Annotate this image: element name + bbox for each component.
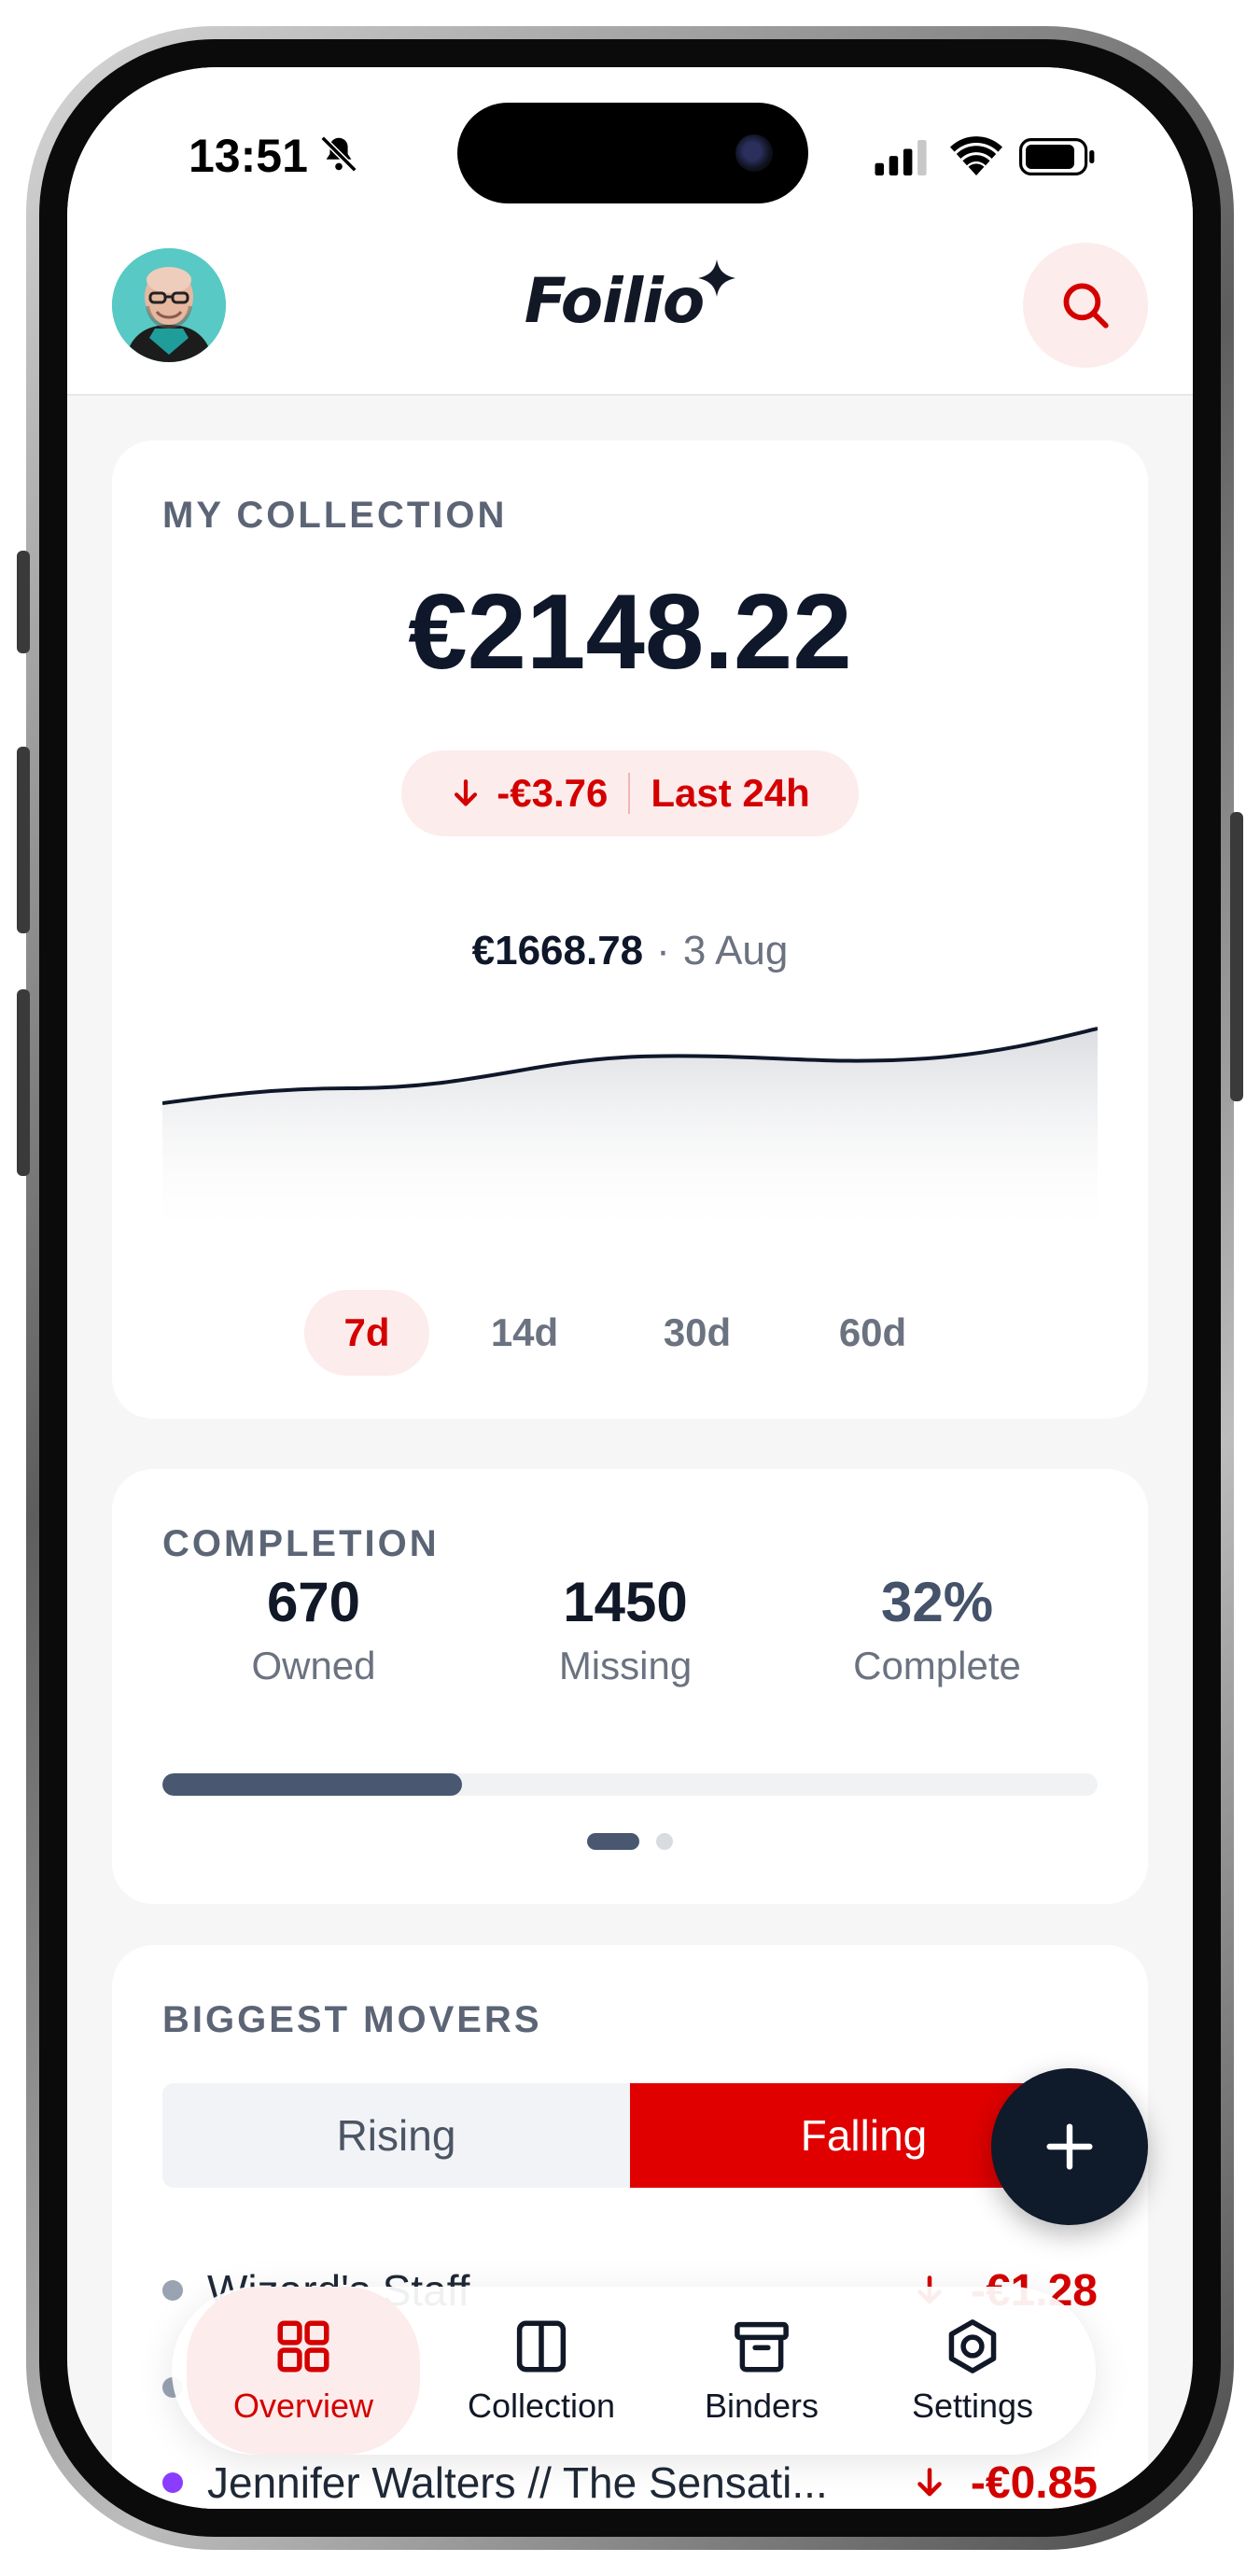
battery-icon (1019, 138, 1095, 175)
range-14d[interactable]: 14d (462, 1290, 587, 1376)
missing-count: 1450 (563, 1571, 688, 1633)
owned-count: 670 (266, 1571, 361, 1633)
bell-muted-icon (320, 135, 357, 173)
add-button[interactable] (991, 2068, 1148, 2225)
range-7d[interactable]: 7d (304, 1290, 429, 1376)
completion-progress-fill (162, 1773, 462, 1796)
range-60d[interactable]: 60d (810, 1290, 935, 1376)
stat-complete: 32% Complete (797, 1570, 1077, 1688)
columns-icon (516, 2320, 567, 2373)
tab-collection[interactable]: Collection (439, 2287, 644, 2455)
plus-icon (1046, 2123, 1093, 2170)
readout-date: 3 Aug (682, 928, 789, 973)
change-separator (628, 773, 631, 814)
tab-binders[interactable]: Binders (659, 2287, 864, 2455)
volume-down-button (17, 989, 30, 1176)
power-button (1230, 812, 1243, 1101)
archive-icon (735, 2321, 789, 2373)
arrow-down-icon (917, 2468, 942, 2497)
cellular-signal-icon (875, 140, 927, 175)
camera-icon (735, 134, 773, 172)
chart-readout: €1668.78 · 3 Aug (112, 928, 1148, 974)
status-time: 13:51 (189, 130, 308, 182)
readout-value: €1668.78 (471, 928, 644, 973)
mover-bullet (162, 2280, 183, 2301)
search-button[interactable] (1023, 243, 1148, 368)
complete-percent: 32% (880, 1571, 994, 1633)
logo-text: Foilio (524, 265, 706, 337)
status-bar: 13:51 (67, 67, 1193, 235)
dynamic-island (457, 103, 808, 203)
page-indicator[interactable] (112, 1833, 1148, 1850)
tab-overview-label: Overview (232, 2387, 374, 2425)
page-dot-active (587, 1833, 639, 1850)
movers-label: BIGGEST MOVERS (162, 1999, 542, 2040)
tab-settings-label: Settings (911, 2387, 1034, 2425)
sparkle-icon (698, 259, 736, 297)
completion-label: COMPLETION (162, 1523, 440, 1564)
grid-icon (277, 2320, 329, 2373)
screen: 13:51 Foilio MY COLLECTION €2148.22 -€3.… (67, 67, 1193, 2509)
change-value: -€3.76 (497, 771, 609, 815)
app-header: Foilio (67, 235, 1193, 396)
mover-change-value: -€0.85 (970, 2457, 1098, 2508)
search-icon (1063, 283, 1109, 329)
stat-owned: 670 Owned (174, 1570, 454, 1688)
mover-name: Jennifer Walters // The Sensati... (207, 2458, 828, 2507)
mover-bullet (162, 2472, 183, 2493)
tab-bar: Overview Collection Binders Settings (172, 2287, 1096, 2455)
collection-label: MY COLLECTION (162, 495, 508, 536)
value-chart[interactable] (162, 1019, 1098, 1243)
collection-total-value: €2148.22 (408, 573, 852, 692)
range-selector: 7d 14d 30d 60d (112, 1290, 1148, 1376)
tab-collection-label: Collection (467, 2387, 616, 2425)
silent-switch (17, 551, 30, 653)
range-30d[interactable]: 30d (635, 1290, 760, 1376)
readout-separator: · (656, 928, 670, 973)
collection-card: MY COLLECTION €2148.22 -€3.76 Last 24h €… (112, 441, 1148, 1419)
change-badge: -€3.76 Last 24h (401, 750, 859, 836)
complete-label: Complete (853, 1644, 1021, 1687)
wifi-icon (950, 136, 1002, 175)
volume-up-button (17, 747, 30, 933)
stat-missing: 1450 Missing (485, 1570, 765, 1688)
owned-label: Owned (251, 1644, 376, 1687)
tab-settings[interactable]: Settings (870, 2287, 1075, 2455)
movers-segmented-control: Rising Falling (162, 2083, 1098, 2188)
tab-overview[interactable]: Overview (187, 2287, 420, 2455)
arrow-down-icon (455, 779, 478, 806)
change-period: Last 24h (651, 771, 810, 815)
page-dot (656, 1833, 673, 1850)
hexagon-gear-icon (948, 2319, 997, 2373)
completion-progress-bar (162, 1773, 1098, 1796)
list-item[interactable]: Jennifer Walters // The Sensati... -€0.8… (162, 2445, 1098, 2509)
tab-binders-label: Binders (704, 2387, 819, 2425)
chart-area (162, 1029, 1098, 1243)
mover-change: -€0.85 (913, 2457, 1098, 2509)
completion-card[interactable]: COMPLETION 670 Owned 1450 Missing 32% Co… (112, 1469, 1148, 1904)
missing-label: Missing (558, 1644, 693, 1687)
tab-rising[interactable]: Rising (162, 2083, 630, 2188)
